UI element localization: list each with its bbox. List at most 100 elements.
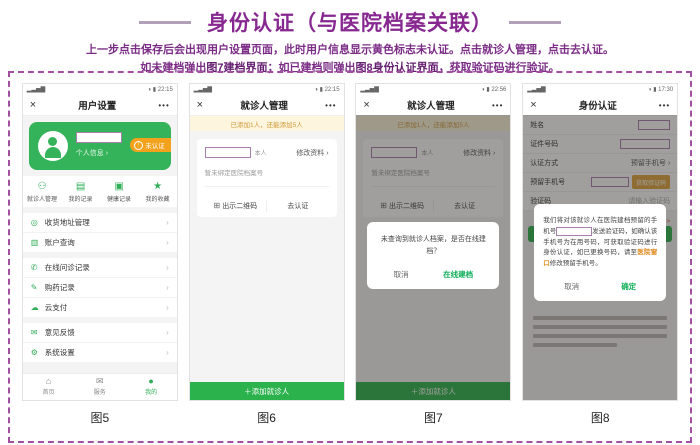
figure-6-caption: 图6: [257, 409, 276, 426]
edit-profile-link[interactable]: 修改资料 ›: [296, 148, 328, 158]
phone-4-identity-auth: ▂▃▅▇ ◑ ▮ 17:30 × 身份认证 ••• 姓名 证件号码 认证方式 预…: [523, 84, 677, 400]
screenshots-panel: ▂▃▅▇ ◑ ▮ 22:15 × 用户设置 ••• 个人信息 › ! 未认证: [8, 71, 692, 443]
figure-5-column: ▂▃▅▇ ◑ ▮ 22:15 × 用户设置 ••• 个人信息 › ! 未认证: [23, 84, 177, 426]
phone-1-user-settings: ▂▃▅▇ ◑ ▮ 22:15 × 用户设置 ••• 个人信息 › ! 未认证: [23, 84, 177, 400]
avatar-body: [45, 147, 61, 158]
tab-mine[interactable]: ● 我的: [125, 374, 176, 400]
status-bar: ▂▃▅▇ ◑ ▮ 17:30: [523, 84, 677, 95]
create-record-dialog: 未查询到就诊人档案，是否在线建档？ 取消 在线建档: [367, 222, 499, 289]
close-icon[interactable]: ×: [530, 100, 536, 111]
nav-bar: × 用户设置 •••: [23, 95, 177, 116]
nav-bar: × 就诊人管理 •••: [356, 95, 510, 116]
battery-icon: ◑ ▮: [481, 87, 490, 93]
patient-card-header: 本人 修改资料 ›: [205, 147, 329, 158]
status-time: 22:15: [325, 87, 340, 93]
chevron-right-icon: ›: [166, 283, 169, 292]
profile-card[interactable]: 个人信息 › ! 未认证: [29, 122, 171, 170]
list-item-medicine-records[interactable]: ✎ 购药记录 ›: [23, 278, 177, 298]
list-item-online-consult[interactable]: ✆ 在线问诊记录 ›: [23, 258, 177, 278]
more-icon[interactable]: •••: [158, 101, 169, 110]
feedback-icon: ✉: [31, 328, 45, 337]
sms-code-dialog: 我们将对该就诊人在医院建档预留的手机号发送验证码，如确认该手机号为在用号码，可获…: [534, 204, 666, 301]
battery-icon: ◑ ▮: [648, 87, 657, 93]
home-icon: ⌂: [23, 377, 74, 387]
added-count-banner: 已添加1人，还能添加5人: [190, 116, 344, 131]
battery-icon: ◑ ▮: [314, 87, 323, 93]
patient-card-actions: ⊞出示二维码 去认证: [205, 195, 329, 217]
patient-card[interactable]: 本人 修改资料 › 暂未绑定医院档案号 ⊞出示二维码 去认证: [197, 139, 337, 217]
page-title: 身份认证（与医院档案关联）: [207, 7, 493, 37]
chevron-right-icon: ›: [166, 263, 169, 272]
nav-title: 就诊人管理: [407, 98, 455, 112]
go-auth-button[interactable]: 去认证: [267, 201, 329, 211]
page-header: 身份认证（与医院档案关联）: [0, 0, 700, 37]
close-icon[interactable]: ×: [197, 100, 203, 111]
figure-8-caption: 图8: [591, 409, 610, 426]
list-group-3: ✉ 意见反馈 › ⚙ 系统设置 ›: [23, 323, 177, 362]
dialog-message: 未查询到就诊人档案，是否在线建档？: [376, 234, 490, 258]
chevron-right-icon: ›: [166, 328, 169, 337]
figure-7-caption: 图7: [424, 409, 443, 426]
relation-label: 本人: [255, 148, 297, 157]
chat-icon: ✆: [31, 263, 45, 272]
shortcut-health-records[interactable]: ▣ 健康记录: [100, 181, 139, 203]
phone-2-patient-management: ▂▃▅▇ ◑ ▮ 22:15 × 就诊人管理 ••• 已添加1人，还能添加5人 …: [190, 84, 344, 400]
status-right: ◑ ▮ 22:15: [314, 86, 339, 93]
shortcut-favorites[interactable]: ★ 我的收藏: [138, 181, 177, 203]
list-item-feedback[interactable]: ✉ 意见反馈 ›: [23, 323, 177, 343]
close-icon[interactable]: ×: [30, 100, 36, 111]
show-qr-button[interactable]: ⊞出示二维码: [205, 201, 267, 211]
account-icon: ▥: [31, 238, 45, 247]
list-item-address[interactable]: ◎ 收货地址管理 ›: [23, 213, 177, 233]
nav-title: 用户设置: [78, 98, 116, 112]
redacted-user-name: [76, 132, 122, 143]
dialog-message: 我们将对该就诊人在医院建档预留的手机号发送验证码，如确认该手机号为在用号码，可获…: [543, 216, 657, 270]
signal-icon: ▂▃▅▇: [27, 86, 45, 93]
cloud-pay-icon: ☁: [31, 303, 45, 312]
list-item-account-query[interactable]: ▥ 账户查询 ›: [23, 233, 177, 252]
dialog-buttons: 取消 确定: [543, 281, 657, 292]
title-right-line: [509, 21, 561, 24]
figure-5-caption: 图5: [90, 409, 109, 426]
person-icon: ●: [125, 377, 176, 387]
shortcut-row: ⚇ 就诊人管理 ▤ 我的记录 ▣ 健康记录 ★ 我的收藏: [23, 176, 177, 207]
meds-icon: ✎: [31, 283, 45, 292]
add-patient-button[interactable]: ＋ 添加就诊人: [190, 382, 344, 400]
plus-icon: ＋: [244, 386, 252, 397]
list-item-system-settings[interactable]: ⚙ 系统设置 ›: [23, 343, 177, 362]
status-time: 22:15: [158, 87, 173, 93]
create-online-button[interactable]: 在线建档: [443, 269, 473, 280]
alert-icon: !: [134, 141, 143, 150]
folder-icon: ▣: [100, 181, 139, 192]
shortcut-patient-management[interactable]: ⚇ 就诊人管理: [23, 181, 62, 203]
badge-label: 未认证: [145, 140, 165, 150]
profile-info-link[interactable]: 个人信息 ›: [76, 148, 108, 158]
instruction-line-1: 上一步点击保存后会出现用户设置页面，此时用户信息显示黄色标志未认证。点击就诊人管…: [0, 43, 700, 58]
chevron-right-icon: ›: [166, 218, 169, 227]
star-icon: ★: [138, 181, 177, 192]
signal-icon: ▂▃▅▇: [360, 86, 378, 93]
status-right: ◑ ▮ 22:15: [148, 86, 173, 93]
status-time: 17:30: [658, 87, 673, 93]
more-icon[interactable]: •••: [325, 101, 336, 110]
chevron-right-icon: ›: [166, 238, 169, 247]
cancel-button[interactable]: 取消: [394, 269, 409, 280]
more-icon[interactable]: •••: [659, 101, 670, 110]
figure-7-column: ▂▃▅▇ ◑ ▮ 22:56 × 就诊人管理 ••• 已添加1人，还能添加5人 …: [356, 84, 510, 426]
shortcut-my-records[interactable]: ▤ 我的记录: [61, 181, 100, 203]
more-icon[interactable]: •••: [492, 101, 503, 110]
confirm-button[interactable]: 确定: [621, 281, 636, 292]
address-icon: ◎: [31, 218, 45, 227]
list-item-cloud-pay[interactable]: ☁ 云支付 ›: [23, 298, 177, 317]
close-icon[interactable]: ×: [363, 100, 369, 111]
figure-8-column: ▂▃▅▇ ◑ ▮ 17:30 × 身份认证 ••• 姓名 证件号码 认证方式 预…: [523, 84, 677, 426]
status-right: ◑ ▮ 22:56: [481, 86, 506, 93]
unverified-badge[interactable]: ! 未认证: [130, 138, 171, 152]
avatar-head: [48, 137, 57, 146]
tab-service[interactable]: ✉ 服务: [74, 374, 125, 400]
nav-title: 就诊人管理: [240, 98, 288, 112]
cancel-button[interactable]: 取消: [564, 281, 579, 292]
status-time: 22:56: [491, 87, 506, 93]
signal-icon: ▂▃▅▇: [194, 86, 212, 93]
tab-home[interactable]: ⌂ 首页: [23, 374, 74, 400]
